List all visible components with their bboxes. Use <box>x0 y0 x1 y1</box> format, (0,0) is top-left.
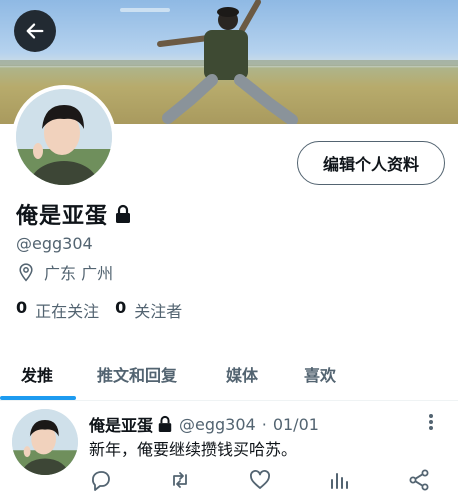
followers-label: 关注者 <box>134 302 183 321</box>
tab-likes[interactable]: 喜欢 <box>304 348 336 400</box>
location-pin-icon <box>19 263 33 282</box>
profile-tabs: 发推 推文和回复 媒体 喜欢 <box>0 348 458 400</box>
more-dot <box>429 420 433 424</box>
retweet-icon[interactable] <box>168 468 192 492</box>
follow-stats: 0 正在关注 0 关注者 <box>16 298 198 322</box>
tweet-text: 新年，俺要继续攒钱买哈苏。 <box>89 440 298 459</box>
profile-display-name: 俺是亚蛋 <box>16 204 109 229</box>
tweet-avatar[interactable] <box>12 409 78 475</box>
tweet-author-handle[interactable]: @egg304 <box>179 415 256 434</box>
tweet-header: 俺是亚蛋 @egg304 · 01/01 <box>89 412 319 436</box>
tweet-author-name[interactable]: 俺是亚蛋 <box>89 412 153 436</box>
edit-profile-button[interactable]: 编辑个人资料 <box>297 141 445 185</box>
lock-icon <box>158 415 172 432</box>
tab-tweets[interactable]: 发推 <box>21 348 53 400</box>
location-text: 广东 广州 <box>44 264 114 283</box>
more-dot <box>429 426 433 430</box>
reply-icon[interactable] <box>89 468 113 492</box>
tweet-avatar-photo <box>12 409 78 475</box>
following-count: 0 <box>16 298 28 317</box>
tweet-actions <box>89 468 439 494</box>
like-icon[interactable] <box>248 468 272 492</box>
banner-person-figure <box>157 0 298 124</box>
profile-avatar[interactable] <box>12 85 116 189</box>
profile-name-row: 俺是亚蛋 <box>16 198 132 230</box>
following-link[interactable]: 0 正在关注 <box>16 298 99 322</box>
arrow-left-icon <box>26 23 44 39</box>
tweet-date[interactable]: 01/01 <box>273 415 319 434</box>
more-dot <box>429 414 433 418</box>
share-icon[interactable] <box>407 468 431 492</box>
profile-handle: @egg304 <box>16 234 93 253</box>
analytics-icon[interactable] <box>327 468 351 492</box>
avatar-photo <box>16 89 112 185</box>
back-button[interactable] <box>14 10 56 52</box>
tweet-meta-separator: · <box>261 414 267 434</box>
lock-icon <box>116 204 131 223</box>
followers-link[interactable]: 0 关注者 <box>115 298 182 322</box>
tab-media[interactable]: 媒体 <box>226 348 258 400</box>
following-label: 正在关注 <box>35 302 100 321</box>
followers-count: 0 <box>115 298 127 317</box>
more-options-button[interactable] <box>422 412 440 432</box>
tab-tweets-and-replies[interactable]: 推文和回复 <box>97 348 177 400</box>
profile-location: 广东 广州 <box>16 260 113 284</box>
tabs-divider <box>0 400 458 401</box>
